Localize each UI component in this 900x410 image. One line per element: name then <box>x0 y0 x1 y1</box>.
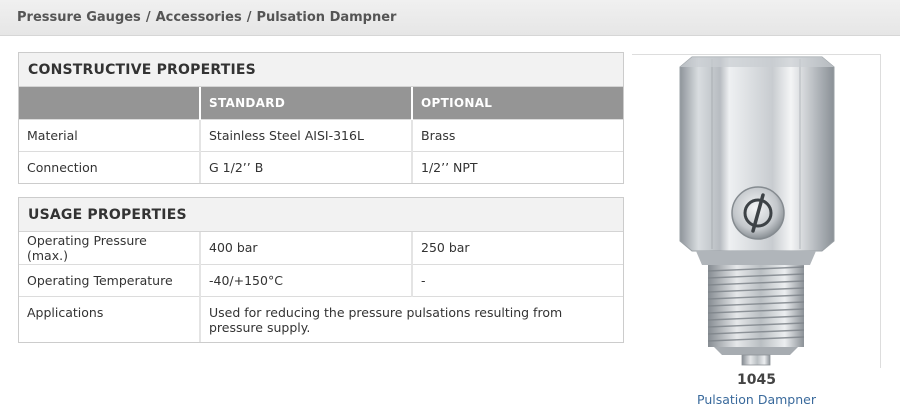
breadcrumb-pressure-gauges[interactable]: Pressure Gauges <box>17 10 141 25</box>
row-label-material: Material <box>19 118 201 151</box>
column-header-empty <box>19 87 201 119</box>
product-image-card[interactable] <box>632 54 881 368</box>
usage-properties-panel: USAGE PROPERTIES Operating Pressure (max… <box>18 197 624 343</box>
column-header-standard: STANDARD <box>200 87 413 119</box>
constructive-properties-panel: CONSTRUCTIVE PROPERTIES STANDARD OPTIONA… <box>18 52 624 184</box>
breadcrumb: Pressure Gauges / Accessories / Pulsatio… <box>0 0 900 36</box>
row-label-applications: Applications <box>19 295 201 342</box>
material-optional-value: Brass <box>412 118 623 151</box>
product-name-link[interactable]: Pulsation Dampner <box>632 392 881 407</box>
usage-properties-title: USAGE PROPERTIES <box>19 198 623 232</box>
connection-optional-value: 1/2’’ NPT <box>412 150 623 183</box>
constructive-properties-table: STANDARD OPTIONAL Material Stainless Ste… <box>19 87 623 183</box>
applications-value: Used for reducing the pressure pulsation… <box>200 295 623 342</box>
constructive-properties-title: CONSTRUCTIVE PROPERTIES <box>19 53 623 87</box>
breadcrumb-current-page: Pulsation Dampner <box>256 10 397 25</box>
column-header-optional: OPTIONAL <box>412 87 623 119</box>
usage-properties-table: Operating Pressure (max.) 400 bar 250 ba… <box>19 232 623 342</box>
breadcrumb-separator: / <box>145 10 151 25</box>
table-row: Material Stainless Steel AISI-316L Brass <box>19 118 623 151</box>
row-label-operating-pressure: Operating Pressure (max.) <box>19 232 201 264</box>
table-row: Applications Used for reducing the press… <box>19 295 623 342</box>
connection-standard-value: G 1/2’’ B <box>200 150 413 183</box>
table-row: Connection G 1/2’’ B 1/2’’ NPT <box>19 150 623 183</box>
material-standard-value: Stainless Steel AISI-316L <box>200 118 413 151</box>
operating-pressure-optional-value: 250 bar <box>421 240 470 256</box>
row-label-connection: Connection <box>19 150 201 183</box>
breadcrumb-accessories[interactable]: Accessories <box>156 10 242 25</box>
operating-temperature-standard-value: -40/+150°C <box>200 263 413 296</box>
table-header-row: STANDARD OPTIONAL <box>19 87 623 119</box>
operating-temperature-optional-value: - <box>412 263 623 296</box>
table-row: Operating Temperature -40/+150°C - <box>19 263 623 296</box>
table-row: Operating Pressure (max.) 400 bar 250 ba… <box>19 232 623 264</box>
pulsation-dampner-photo-icon <box>679 56 835 366</box>
row-label-operating-temperature: Operating Temperature <box>19 263 201 296</box>
product-code: 1045 <box>737 372 776 388</box>
breadcrumb-separator: / <box>246 10 252 25</box>
operating-pressure-standard-value: 400 bar <box>200 232 413 264</box>
